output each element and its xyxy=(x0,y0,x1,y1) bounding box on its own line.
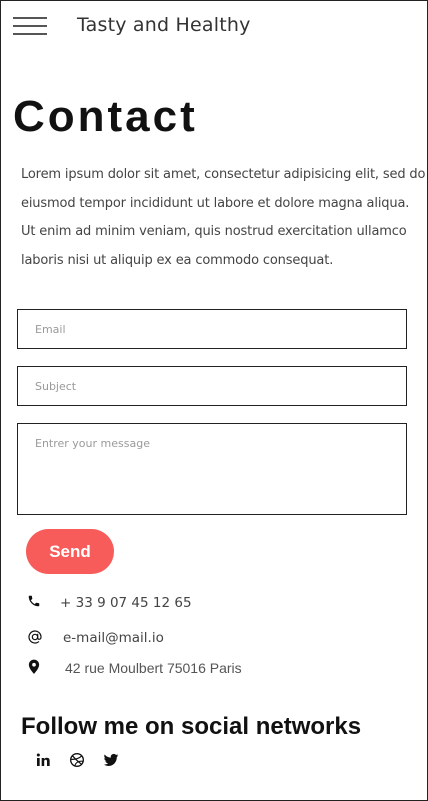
hamburger-menu-icon[interactable] xyxy=(13,16,47,36)
message-field-box xyxy=(17,423,407,515)
header: Tasty and Healthy xyxy=(1,1,428,51)
send-button[interactable]: Send xyxy=(26,529,114,574)
street-address: 42 rue Moulbert 75016 Paris xyxy=(65,660,242,676)
message-field[interactable] xyxy=(18,424,406,514)
menu-line xyxy=(13,33,47,35)
contact-address-row: 42 rue Moulbert 75016 Paris xyxy=(1,657,428,681)
social-title: Follow me on social networks xyxy=(21,713,362,740)
map-pin-icon xyxy=(27,659,43,675)
linkedin-icon[interactable] xyxy=(35,752,51,768)
phone-icon xyxy=(27,594,43,610)
intro-text: Lorem ipsum dolor sit amet, consectetur … xyxy=(21,161,426,275)
intro-line: laboris nisi ut aliquip ex ea commodo co… xyxy=(21,252,334,268)
menu-line xyxy=(13,25,47,27)
email-field-box xyxy=(17,309,407,349)
dribbble-icon[interactable] xyxy=(69,752,85,768)
intro-line: Lorem ipsum dolor sit amet, consectetur … xyxy=(21,167,426,182)
contact-phone-row: + 33 9 07 45 12 65 xyxy=(1,592,428,616)
brand-title[interactable]: Tasty and Healthy xyxy=(77,14,251,36)
page-title: Contact xyxy=(13,92,198,141)
intro-line: eiusmod tempor incididunt ut labore et d… xyxy=(21,195,410,211)
email-address[interactable]: e-mail@mail.io xyxy=(63,630,164,646)
intro-line: Ut enim ad minim veniam, quis nostrud ex… xyxy=(21,224,407,239)
phone-number[interactable]: + 33 9 07 45 12 65 xyxy=(60,595,192,611)
menu-line xyxy=(13,17,47,19)
subject-field-box xyxy=(17,366,407,406)
social-icons xyxy=(1,751,428,773)
subject-field[interactable] xyxy=(18,367,406,405)
email-field[interactable] xyxy=(18,310,406,348)
twitter-icon[interactable] xyxy=(103,752,119,768)
contact-email-row: e-mail@mail.io xyxy=(1,627,428,651)
page-frame: Tasty and Healthy Contact Lorem ipsum do… xyxy=(0,0,428,801)
at-sign-icon xyxy=(27,629,43,645)
